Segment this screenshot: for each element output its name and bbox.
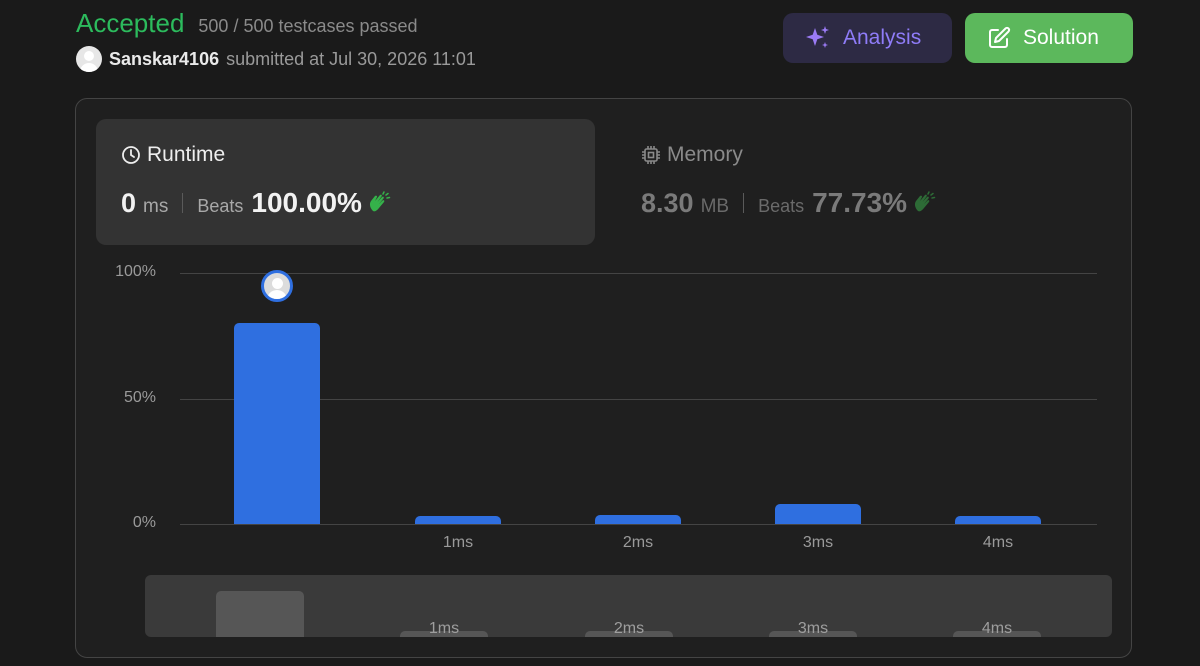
runtime-metrics: 0 ms Beats 100.00% (121, 187, 391, 219)
range-overview[interactable]: 1ms 2ms 3ms 4ms (145, 575, 1112, 637)
solution-label: Solution (1023, 26, 1099, 49)
memory-beats-percent: 77.73% (812, 187, 908, 218)
overview-tick-label: 2ms (613, 620, 645, 637)
runtime-header: Runtime (121, 143, 225, 167)
overview-tick-label: 3ms (797, 620, 829, 637)
overview-bar (216, 591, 304, 637)
chip-icon (642, 146, 660, 164)
username-link[interactable]: Sanskar4106 (109, 49, 219, 70)
analysis-button[interactable]: Analysis (783, 13, 952, 63)
overview-tick-label: 4ms (981, 620, 1013, 637)
memory-label: Memory (667, 143, 743, 166)
submitter-line: Sanskar4106 submitted at Jul 30, 2026 11… (76, 46, 476, 72)
memory-beats-label: Beats (758, 196, 805, 216)
clap-icon (915, 191, 936, 212)
avatar[interactable] (76, 46, 102, 72)
analysis-label: Analysis (843, 26, 922, 49)
testcases-passed: 500 / 500 testcases passed (198, 16, 418, 36)
divider (743, 193, 745, 213)
runtime-card[interactable]: Runtime 0 ms Beats 100.00% (96, 119, 595, 245)
status-line: Accepted 500 / 500 testcases passed (76, 8, 418, 39)
sparkle-icon (806, 26, 829, 48)
submission-result-page: Accepted 500 / 500 testcases passed Sans… (0, 0, 1200, 666)
runtime-beats-label: Beats (197, 196, 244, 216)
runtime-beats-percent: 100.00% (251, 187, 362, 218)
clock-icon (122, 146, 140, 164)
memory-unit: MB (700, 196, 730, 217)
solution-button[interactable]: Solution (965, 13, 1133, 63)
runtime-label: Runtime (147, 143, 226, 166)
runtime-unit: ms (143, 196, 169, 217)
runtime-value: 0 (121, 188, 137, 218)
memory-metrics: 8.30 MB Beats 77.73% (641, 187, 936, 219)
memory-header: Memory (641, 143, 743, 167)
memory-card[interactable]: Memory 8.30 MB Beats 77.73% (616, 119, 1115, 245)
submitted-time: submitted at Jul 30, 2026 11:01 (226, 48, 476, 69)
status-accepted: Accepted (76, 8, 185, 38)
divider (182, 193, 184, 213)
overview-tick-label: 1ms (428, 620, 460, 637)
edit-icon (989, 26, 1011, 48)
clap-icon (369, 191, 391, 212)
memory-value: 8.30 (641, 188, 694, 218)
